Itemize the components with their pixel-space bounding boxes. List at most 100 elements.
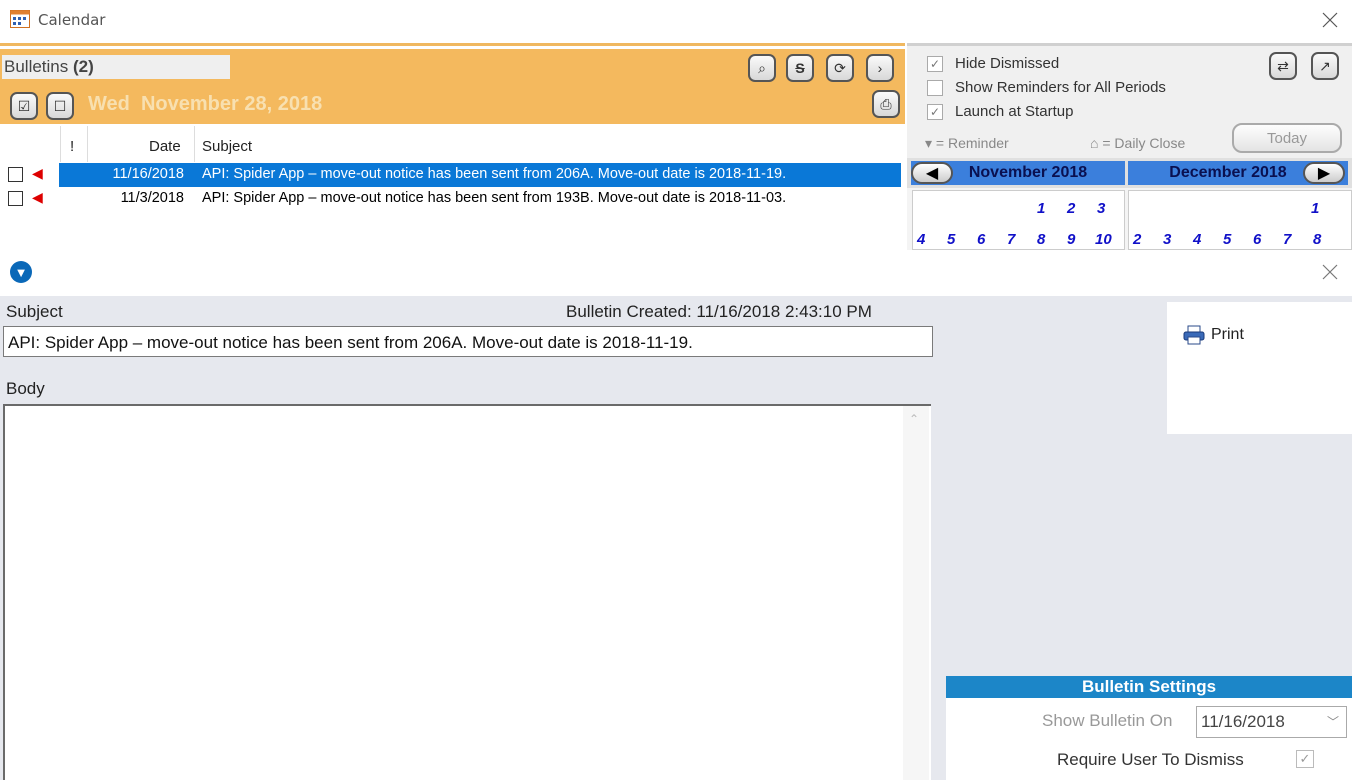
column-divider bbox=[87, 126, 88, 162]
day-cell[interactable]: 5 bbox=[1223, 231, 1231, 248]
month-navigation: November 2018 December 2018 ◀ ▶ bbox=[907, 158, 1352, 188]
detail-titlebar bbox=[0, 250, 1352, 296]
day-cell[interactable]: 1 bbox=[1311, 200, 1319, 217]
close-icon[interactable] bbox=[1318, 260, 1342, 284]
arrow-right-icon: ▶ bbox=[1317, 165, 1331, 182]
day-cell[interactable]: 3 bbox=[1163, 231, 1171, 248]
row-checkbox[interactable] bbox=[8, 167, 23, 182]
refresh-button[interactable]: ⟳ bbox=[826, 54, 854, 82]
app-logo-icon: ▼ bbox=[10, 261, 32, 283]
uncheck-all-button[interactable]: ☐ bbox=[46, 92, 74, 120]
day-cell[interactable]: 1 bbox=[1037, 200, 1045, 217]
check-all-button[interactable]: ☑ bbox=[10, 92, 38, 120]
next-month-button[interactable]: ▶ bbox=[1303, 162, 1345, 184]
print-panel bbox=[1167, 302, 1352, 434]
subject-field[interactable]: API: Spider App – move-out notice has be… bbox=[3, 326, 933, 357]
scroll-up-icon[interactable]: ⌃ bbox=[909, 412, 919, 426]
body-label: Body bbox=[6, 379, 45, 398]
day-cell[interactable]: 8 bbox=[1037, 231, 1045, 248]
day-cell[interactable]: 9 bbox=[1067, 231, 1075, 248]
body-textarea[interactable] bbox=[3, 404, 931, 780]
bulletin-header: Bulletins (2) ⌕ S ⟳ › ☑ ☐ Wed November 2… bbox=[0, 49, 905, 124]
day-cell[interactable]: 6 bbox=[977, 231, 985, 248]
empty-box-icon: ☐ bbox=[53, 97, 67, 114]
show-reminders-label: Show Reminders for All Periods bbox=[955, 79, 1166, 96]
day-cell[interactable]: 4 bbox=[917, 231, 925, 248]
november-grid: 1 2 3 4 5 6 7 8 9 10 bbox=[912, 190, 1125, 250]
refresh-icon: ⟳ bbox=[834, 59, 846, 76]
day-cell[interactable]: 5 bbox=[947, 231, 955, 248]
show-bulletin-on-label: Show Bulletin On bbox=[1042, 711, 1173, 730]
created-timestamp: Bulletin Created: 11/16/2018 2:43:10 PM bbox=[566, 302, 872, 321]
month-left-text: November 2018 bbox=[968, 164, 1088, 181]
legend-reminder-text: = Reminder bbox=[935, 135, 1009, 151]
close-icon[interactable] bbox=[1318, 8, 1342, 32]
day-cell[interactable]: 2 bbox=[1133, 231, 1141, 248]
hide-dismissed-checkbox[interactable]: ✓ bbox=[927, 55, 943, 72]
require-dismiss-checkbox[interactable]: ✓ bbox=[1296, 750, 1314, 768]
printer-icon bbox=[1183, 325, 1205, 345]
launch-startup-option[interactable]: ✓ Launch at Startup bbox=[927, 103, 1073, 120]
table-row[interactable]: ◀ 11/3/2018 API: Spider App – move-out n… bbox=[0, 187, 905, 211]
window-title: Calendar bbox=[38, 11, 106, 29]
bulletins-title: Bulletins (2) bbox=[4, 57, 94, 77]
swap-button[interactable]: ⇄ bbox=[1269, 52, 1297, 80]
show-reminders-checkbox[interactable] bbox=[927, 79, 943, 96]
flag-icon[interactable]: ◀ bbox=[32, 165, 43, 182]
popout-icon: ↗ bbox=[1319, 57, 1331, 74]
day-cell[interactable]: 10 bbox=[1095, 231, 1112, 248]
next-button[interactable]: › bbox=[866, 54, 894, 82]
flag-icon[interactable]: ◀ bbox=[32, 189, 43, 206]
bulletins-count: (2) bbox=[73, 57, 94, 76]
launch-startup-label: Launch at Startup bbox=[955, 103, 1074, 120]
require-dismiss-label: Require User To Dismiss bbox=[1057, 750, 1244, 769]
body-scrollbar[interactable] bbox=[903, 406, 929, 780]
popout-button[interactable]: ↗ bbox=[1311, 52, 1339, 80]
month-right-text: December 2018 bbox=[1169, 164, 1287, 181]
lock-icon: ⌂ bbox=[1090, 135, 1099, 151]
day-cell[interactable]: 2 bbox=[1067, 200, 1075, 217]
row-subject: API: Spider App – move-out notice has be… bbox=[202, 166, 787, 182]
bulletins-label: Bulletins bbox=[4, 57, 69, 76]
row-subject: API: Spider App – move-out notice has be… bbox=[202, 190, 787, 206]
printer-icon: ⎙ bbox=[880, 95, 892, 112]
arrow-left-icon: ◀ bbox=[925, 165, 939, 182]
show-reminders-option[interactable]: Show Reminders for All Periods bbox=[927, 79, 1166, 96]
reminder-icon: ▾ bbox=[925, 135, 933, 151]
swap-icon: ⇄ bbox=[1277, 57, 1289, 74]
show-bulletin-on-date[interactable]: 11/16/2018 bbox=[1196, 706, 1347, 738]
print-label: Print bbox=[1211, 326, 1244, 343]
column-divider bbox=[60, 126, 61, 162]
hide-dismissed-option[interactable]: ✓ Hide Dismissed bbox=[927, 55, 1059, 72]
day-cell[interactable]: 6 bbox=[1253, 231, 1261, 248]
today-button[interactable]: Today bbox=[1232, 123, 1342, 153]
strikethrough-icon: S bbox=[795, 60, 805, 76]
calendar-options: ✓ Hide Dismissed Show Reminders for All P… bbox=[907, 43, 1352, 158]
chevron-down-icon[interactable]: ﹀ bbox=[1327, 713, 1339, 730]
bulletin-settings-header: Bulletin Settings bbox=[946, 676, 1352, 698]
print-list-button[interactable]: ⎙ bbox=[872, 90, 900, 118]
row-date: 11/3/2018 bbox=[120, 190, 184, 206]
row-checkbox[interactable] bbox=[8, 191, 23, 206]
legend-daily-close-text: = Daily Close bbox=[1102, 135, 1186, 151]
dismiss-button[interactable]: S bbox=[786, 54, 814, 82]
magnifier-icon: ⌕ bbox=[758, 59, 766, 76]
prev-month-button[interactable]: ◀ bbox=[911, 162, 953, 184]
day-cell[interactable]: 8 bbox=[1313, 231, 1321, 248]
bulletin-pane: Bulletins (2) ⌕ S ⟳ › ☑ ☐ Wed November 2… bbox=[0, 43, 905, 250]
chevron-right-icon: › bbox=[877, 60, 883, 76]
row-date: 11/16/2018 bbox=[112, 166, 185, 182]
day-cell[interactable]: 7 bbox=[1007, 231, 1015, 248]
december-grid: 1 2 3 4 5 6 7 8 bbox=[1128, 190, 1352, 250]
hide-dismissed-label: Hide Dismissed bbox=[955, 55, 1060, 72]
find-button[interactable]: ⌕ bbox=[748, 54, 776, 82]
legend-daily-close: ⌂ = Daily Close bbox=[1090, 135, 1185, 151]
day-cell[interactable]: 3 bbox=[1097, 200, 1105, 217]
print-button[interactable]: Print bbox=[1183, 325, 1244, 345]
subject-label: Subject bbox=[6, 302, 63, 321]
launch-startup-checkbox[interactable]: ✓ bbox=[927, 103, 943, 120]
table-row[interactable]: ◀ 11/16/2018 API: Spider App – move-out … bbox=[0, 163, 905, 187]
day-cell[interactable]: 4 bbox=[1193, 231, 1201, 248]
day-cell[interactable]: 7 bbox=[1283, 231, 1291, 248]
legend-reminder: ▾ = Reminder bbox=[925, 135, 1009, 152]
